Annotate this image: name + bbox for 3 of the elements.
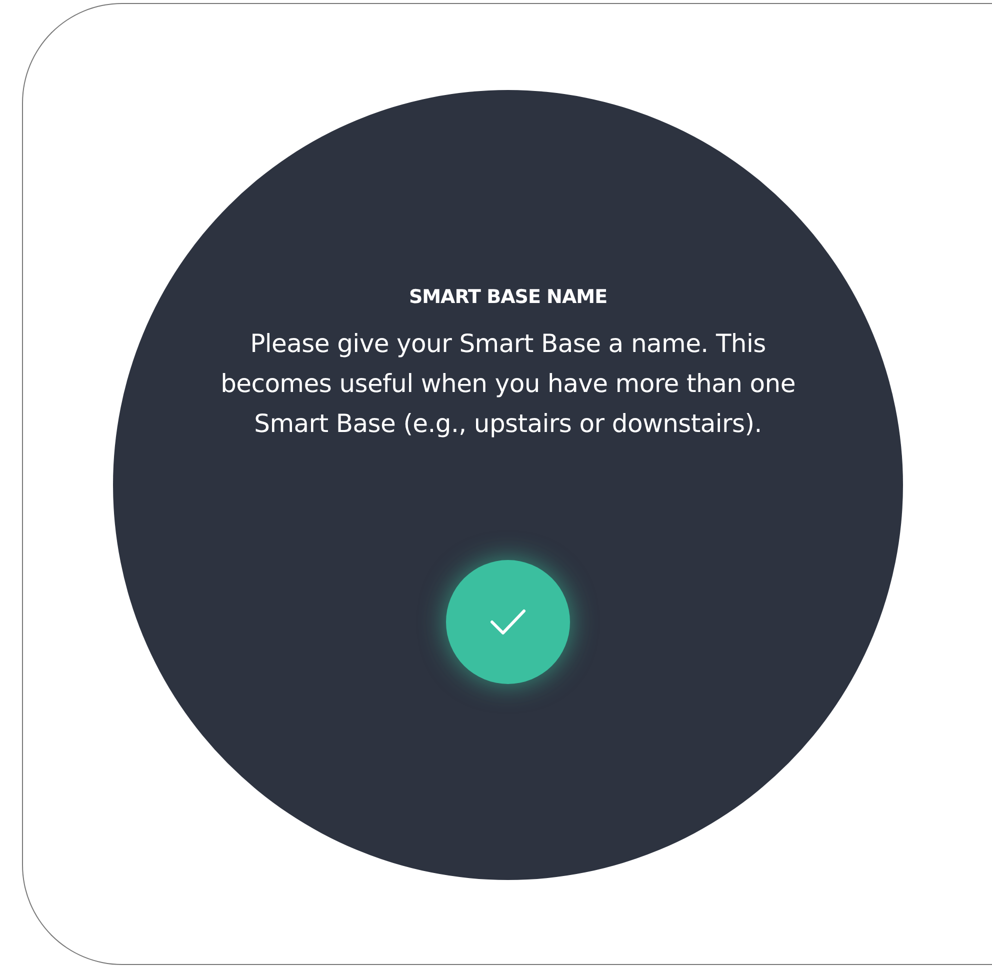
checkmark-icon xyxy=(490,609,526,635)
dialog-title: SMART BASE NAME xyxy=(408,286,608,308)
dialog-message: Please give your Smart Base a name. This becomes useful when you have more than one Smart Base (e.g., upstairs or downstairs). xyxy=(220,328,796,440)
